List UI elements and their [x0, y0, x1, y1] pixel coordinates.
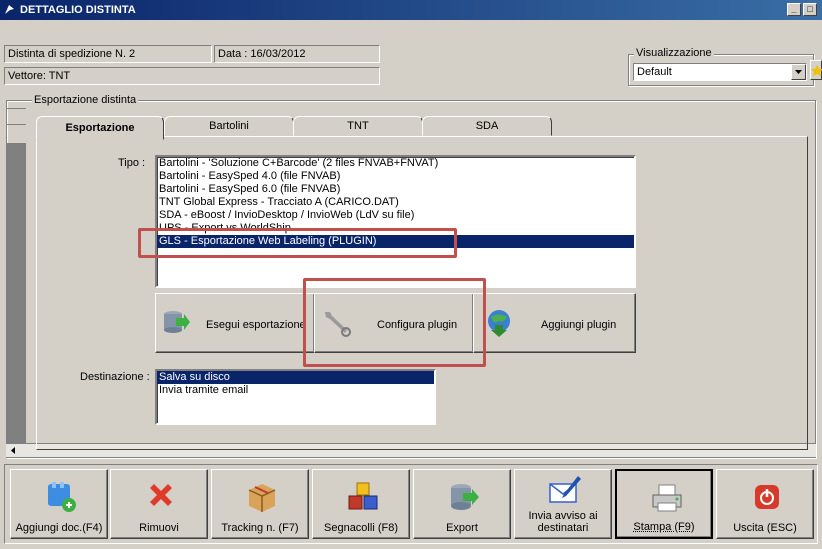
- uscita-label: Uscita (ESC): [733, 522, 797, 534]
- aggiungi-doc-button[interactable]: Aggiungi doc.(F4): [10, 469, 108, 539]
- window-title: DETTAGLIO DISTINTA: [20, 4, 136, 16]
- list-item[interactable]: Bartolini - EasySped 4.0 (file FNVAB): [157, 170, 634, 183]
- list-item-selected[interactable]: GLS - Esportazione Web Labeling (PLUGIN): [157, 235, 634, 248]
- aggiungi-label: Aggiungi plugin: [541, 319, 617, 331]
- tracking-button[interactable]: Tracking n. (F7): [211, 469, 309, 539]
- tracking-label: Tracking n. (F7): [221, 522, 299, 534]
- maximize-button[interactable]: □: [803, 3, 817, 16]
- tab-tnt[interactable]: TNT: [293, 116, 423, 136]
- segnacolli-button[interactable]: Segnacolli (F8): [312, 469, 410, 539]
- vettore-field: Vettore: TNT: [4, 67, 380, 85]
- globe-download-icon: [488, 310, 510, 337]
- gutter-line: [6, 108, 26, 109]
- list-item-selected[interactable]: Salva su disco: [157, 371, 434, 384]
- esportazione-group-label: Esportazione distinta: [32, 94, 139, 106]
- esegui-esportazione-button[interactable]: Esegui esportazione: [155, 293, 315, 353]
- export-label: Export: [446, 522, 478, 534]
- uscita-button[interactable]: Uscita (ESC): [716, 469, 814, 539]
- invia-avviso-line-2: destinatari: [537, 522, 589, 534]
- dropdown-arrow-button[interactable]: [791, 64, 806, 80]
- tab-sda[interactable]: SDA: [422, 116, 552, 136]
- database-export-icon: [164, 311, 190, 333]
- list-item[interactable]: SDA - eBoost / InvioDesktop / InvioWeb (…: [157, 209, 634, 222]
- visualizzazione-value: Default: [637, 66, 672, 78]
- stampa-button[interactable]: Stampa (F9): [615, 469, 713, 539]
- boxes-icon: [348, 482, 378, 510]
- wrench-icon: [325, 312, 351, 337]
- stampa-label: Stampa (F9): [633, 521, 695, 533]
- red-x-icon: [150, 484, 172, 506]
- minimize-button[interactable]: _: [787, 3, 801, 16]
- destinazione-label: Destinazione :: [80, 371, 150, 383]
- package-icon: [248, 484, 276, 512]
- invia-avviso-line-1: Invia avviso ai: [528, 510, 598, 522]
- chevron-down-icon: [795, 70, 802, 74]
- list-item[interactable]: TNT Global Express - Tracciato A (CARICO…: [157, 196, 634, 209]
- invia-avviso-button[interactable]: Invia avviso ai destinatari: [514, 469, 612, 539]
- printer-icon: [652, 484, 682, 512]
- tab-esportazione[interactable]: Esportazione: [36, 116, 164, 140]
- esegui-label: Esegui esportazione: [206, 319, 306, 331]
- database-export-icon: [451, 484, 479, 510]
- aggiungi-plugin-button[interactable]: Aggiungi plugin: [473, 293, 636, 353]
- configura-plugin-button[interactable]: Configura plugin: [314, 293, 474, 353]
- destinazione-listbox[interactable]: Salva su disco Invia tramite email: [155, 369, 436, 425]
- star-icon: [811, 65, 822, 76]
- title-bar: DETTAGLIO DISTINTA _ □: [0, 0, 822, 20]
- distinta-field: Distinta di spedizione N. 2: [4, 45, 212, 63]
- tipo-listbox[interactable]: Bartolini - 'Soluzione C+Barcode' (2 fil…: [155, 155, 636, 288]
- gutter-line: [6, 124, 26, 125]
- window-icon: [5, 5, 14, 14]
- visualizzazione-select[interactable]: Default: [633, 63, 807, 81]
- rimuovi-label: Rimuovi: [139, 522, 179, 534]
- configura-label: Configura plugin: [377, 319, 458, 331]
- gutter-bar: [6, 143, 26, 443]
- list-item[interactable]: Bartolini - 'Soluzione C+Barcode' (2 fil…: [157, 157, 634, 170]
- list-item[interactable]: Bartolini - EasySped 6.0 (file FNVAB): [157, 183, 634, 196]
- visualizzazione-label: Visualizzazione: [634, 47, 714, 59]
- export-button[interactable]: Export: [413, 469, 511, 539]
- tab-bartolini[interactable]: Bartolini: [164, 116, 294, 136]
- list-item[interactable]: Invia tramite email: [157, 384, 434, 397]
- power-icon: [755, 485, 779, 509]
- list-item[interactable]: UPS - Export vs WorldShip: [157, 222, 634, 235]
- invia-avviso-label: Invia avviso ai destinatari: [515, 510, 611, 534]
- aggiungi-doc-label: Aggiungi doc.(F4): [15, 522, 103, 534]
- scroll-left-icon: [11, 447, 15, 454]
- add-document-icon: [48, 482, 76, 512]
- segnacolli-label: Segnacolli (F8): [324, 522, 398, 534]
- data-field: Data : 16/03/2012: [214, 45, 380, 63]
- rimuovi-button[interactable]: Rimuovi: [110, 469, 208, 539]
- envelope-pen-icon: [549, 476, 581, 503]
- favorite-button[interactable]: [810, 60, 822, 80]
